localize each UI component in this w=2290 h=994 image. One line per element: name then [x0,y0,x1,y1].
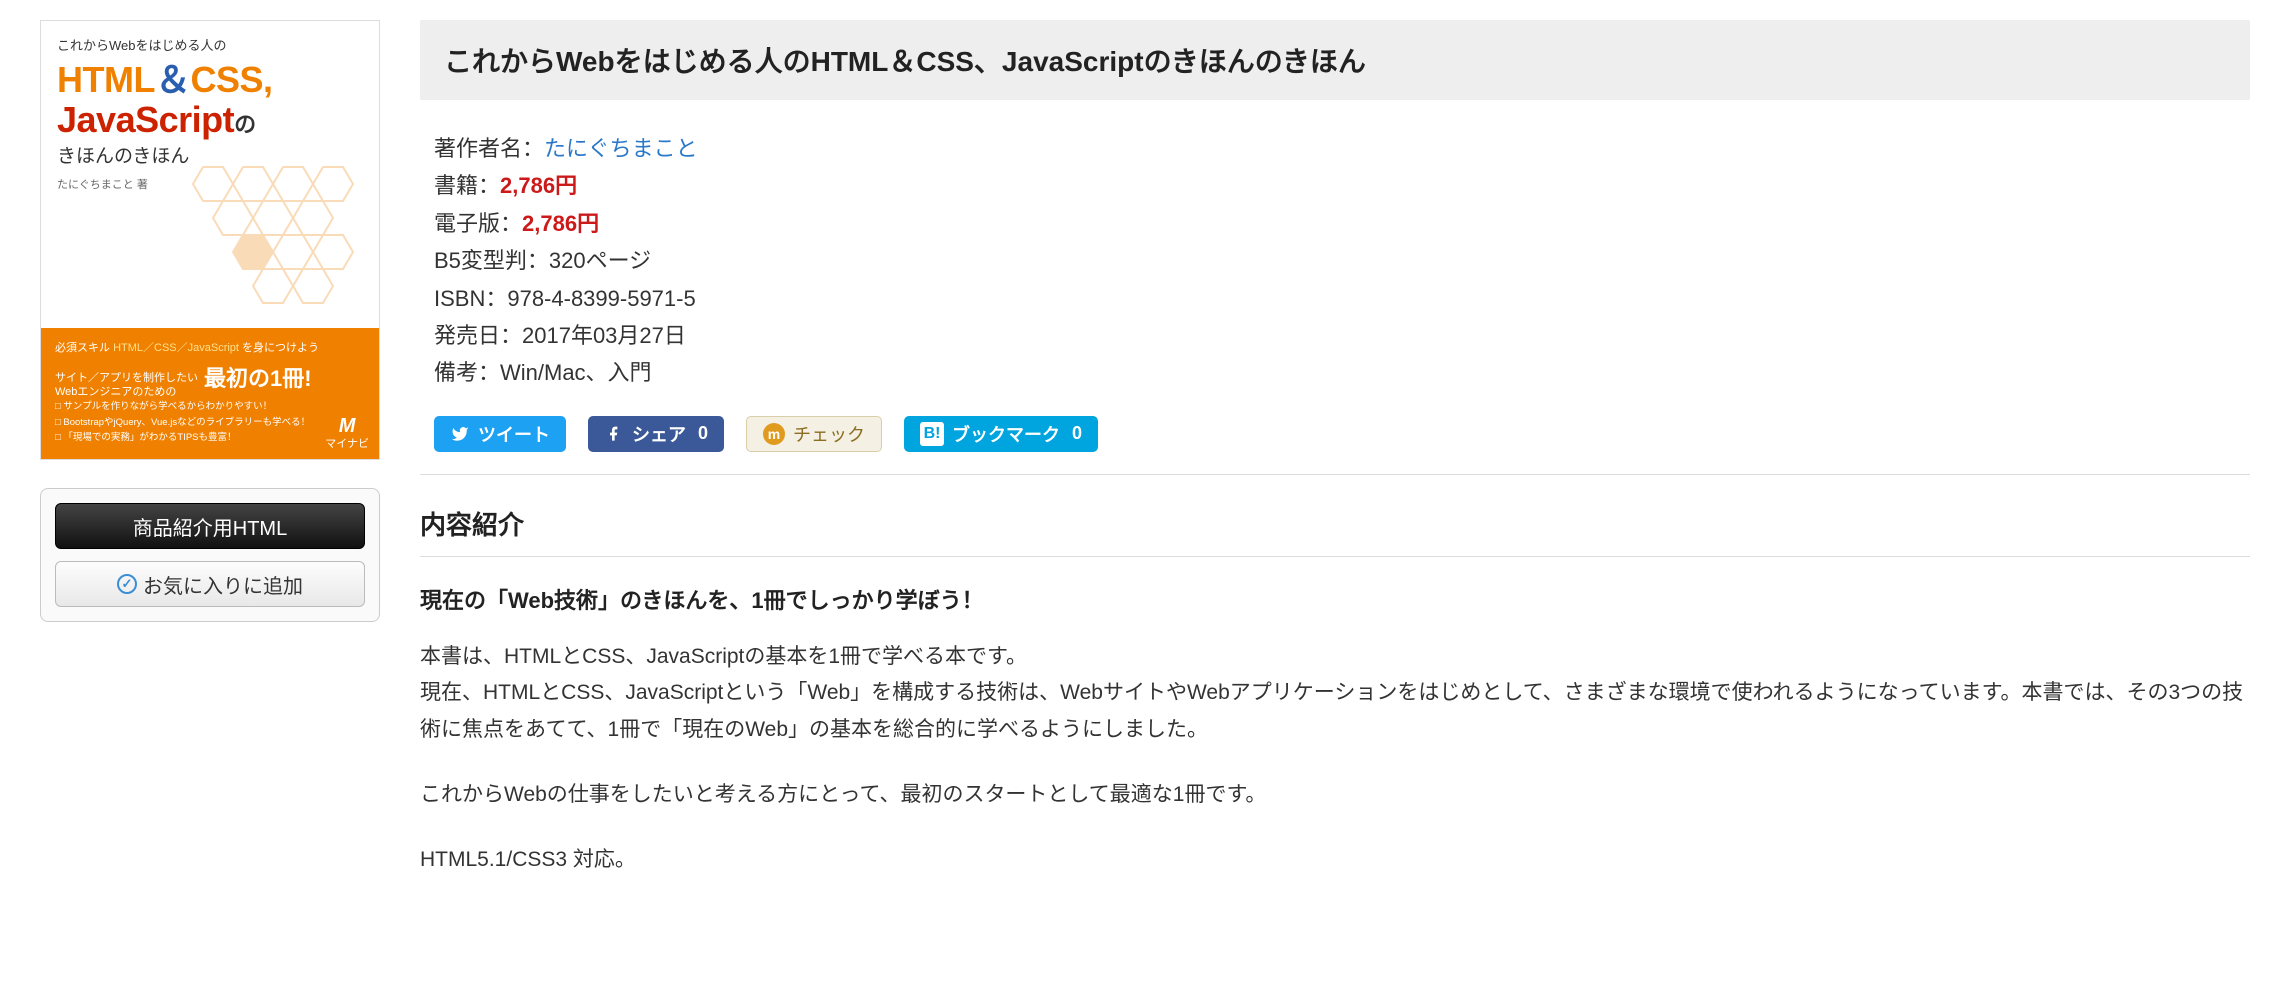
side-panel: 商品紹介用HTML ✓ お気に入りに追加 [40,488,380,622]
hatena-label: ブックマーク [952,421,1060,447]
facebook-icon [604,424,624,444]
body-paragraph-1: 本書は、HTMLとCSS、JavaScriptの基本を1冊で学べる本です。 現在… [420,639,2250,749]
cover-pretitle: これからWebをはじめる人の [57,35,363,54]
hatena-count: 0 [1072,423,1082,444]
cover-title-line2: JavaScriptの [57,100,363,140]
twitter-icon [450,424,470,444]
cover-title-line1: HTML＆CSS, [57,60,363,100]
mixi-icon: m [763,423,785,445]
hatena-icon: B! [920,422,944,446]
add-favorite-button[interactable]: ✓ お気に入りに追加 [55,561,365,607]
book-meta: 著作者名：たにぐちまこと 書籍：2,786円 電子版：2,786円 B5変型判：… [434,130,2250,392]
lead-text: 現在の「Web技術」のきほんを、1冊でしっかり学ぼう！ [420,583,2250,615]
page-title: これからWebをはじめる人のHTML＆CSS、JavaScriptのきほんのきほ… [420,20,2250,100]
divider [420,474,2250,475]
share-button[interactable]: シェア 0 [588,416,724,452]
add-favorite-label: お気に入りに追加 [143,570,303,599]
social-row: ツイート シェア 0 m チェック B! ブックマーク 0 [434,416,2250,452]
product-html-button[interactable]: 商品紹介用HTML [55,503,365,549]
cover-band: 必須スキル HTML／CSS／JavaScript を身につけよう サイト／アプ… [41,328,379,459]
meta-isbn: ISBN：978-4-8399-5971-5 [434,280,2250,317]
meta-author: 著作者名：たにぐちまこと [434,130,2250,167]
share-count: 0 [698,423,708,444]
publisher-logo: M マイナビ [325,414,369,451]
body-paragraph-2: これからWebの仕事をしたいと考える方にとって、最初のスタートとして最適な1冊で… [420,777,2250,814]
meta-release: 発売日：2017年03月27日 [434,317,2250,354]
book-cover: これからWebをはじめる人の HTML＆CSS, JavaScriptの きほん… [40,20,380,460]
hatena-bookmark-button[interactable]: B! ブックマーク 0 [904,416,1098,452]
mixi-label: チェック [793,421,865,447]
body-paragraph-3: HTML5.1/CSS3 対応。 [420,842,2250,879]
mixi-check-button[interactable]: m チェック [746,416,882,452]
meta-ebook-price: 電子版：2,786円 [434,205,2250,242]
meta-note: 備考：Win/Mac、入門 [434,354,2250,391]
author-link[interactable]: たにぐちまこと [544,136,698,161]
tweet-button[interactable]: ツイート [434,416,566,452]
check-icon: ✓ [117,574,137,594]
share-label: シェア [632,421,686,447]
meta-format: B5変型判：320ページ [434,242,2250,279]
tweet-label: ツイート [478,421,550,447]
section-heading: 内容紹介 [420,495,2250,557]
meta-book-price: 書籍：2,786円 [434,167,2250,204]
hexagon-decoration [173,152,373,322]
